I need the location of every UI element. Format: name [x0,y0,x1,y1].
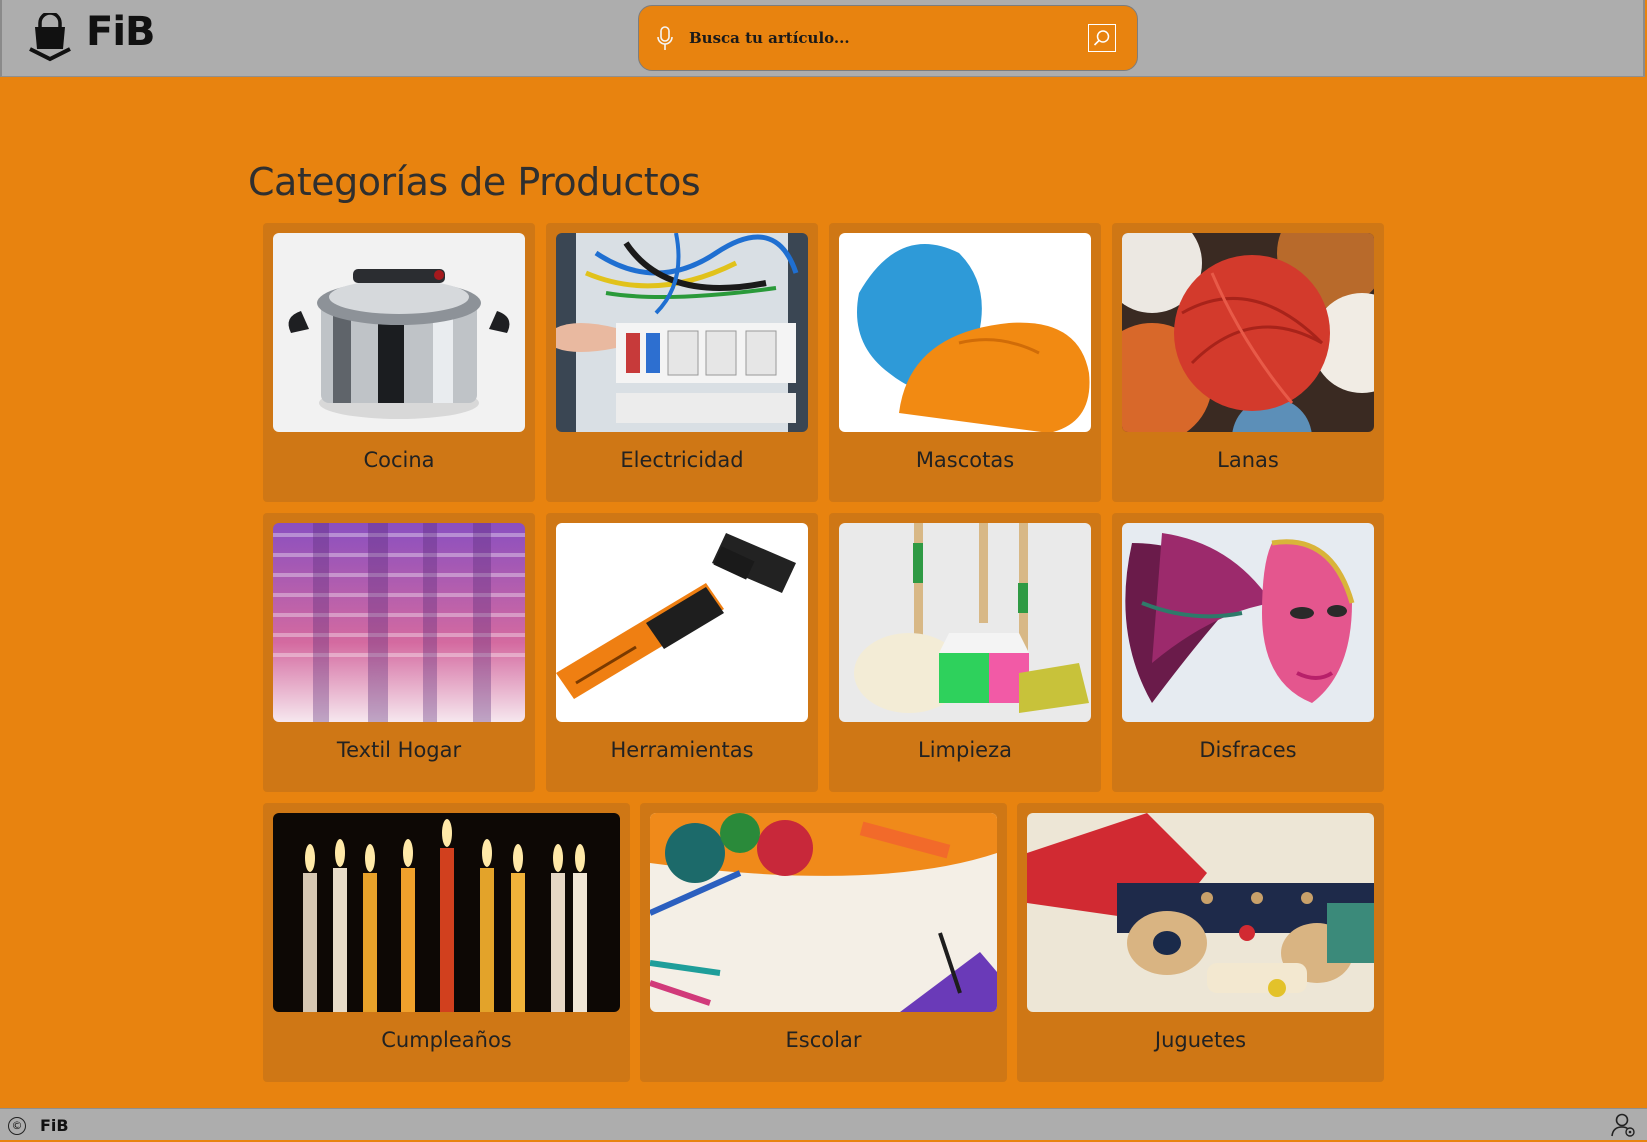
brand-name: FiB [86,9,156,55]
category-label: Electricidad [620,448,744,472]
category-card-electricidad[interactable]: Electricidad [546,223,818,502]
footer: © FiB [0,1108,1647,1140]
candles-image [273,813,620,1012]
top-bar: FiB [0,0,1645,77]
category-card-mascotas[interactable]: Mascotas [829,223,1101,502]
category-label: Limpieza [918,738,1012,762]
shopping-bag-icon [29,13,71,62]
pet-toys-image [839,233,1091,432]
search-button[interactable] [1088,24,1116,52]
category-card-textil-hogar[interactable]: Textil Hogar [263,513,535,792]
curtain-image [273,523,525,722]
category-label: Cocina [363,448,435,472]
microphone-icon[interactable] [657,26,673,56]
yarn-balls-image [1122,233,1374,432]
category-card-herramientas[interactable]: Herramientas [546,513,818,792]
footer-brand: FiB [40,1116,69,1135]
copyright-icon: © [8,1116,26,1135]
school-supplies-image [650,813,997,1012]
page-title: Categorías de Productos [248,160,701,204]
search-bar [638,5,1138,71]
category-label: Escolar [785,1028,862,1052]
category-label: Disfraces [1199,738,1297,762]
pressure-cooker-image [273,233,525,432]
category-card-limpieza[interactable]: Limpieza [829,513,1101,792]
category-label: Herramientas [610,738,754,762]
category-card-cocina[interactable]: Cocina [263,223,535,502]
electrical-panel-image [556,233,808,432]
category-label: Mascotas [915,448,1015,472]
category-label: Juguetes [1154,1028,1247,1052]
search-input[interactable] [689,20,1059,56]
category-label: Lanas [1217,448,1279,472]
carnival-mask-image [1122,523,1374,722]
copyright: © FiB [8,1116,69,1135]
category-card-lanas[interactable]: Lanas [1112,223,1384,502]
wooden-toys-image [1027,813,1374,1012]
search-icon [1093,30,1110,46]
category-card-cumpleanos[interactable]: Cumpleaños [263,803,630,1082]
user-account-icon[interactable] [1611,1112,1637,1142]
mop-broom-image [839,523,1091,722]
category-card-escolar[interactable]: Escolar [640,803,1007,1082]
brand-logo[interactable]: FiB [26,9,156,66]
category-label: Cumpleaños [381,1028,512,1052]
hammer-image [556,523,808,722]
category-label: Textil Hogar [336,738,462,762]
category-card-disfraces[interactable]: Disfraces [1112,513,1384,792]
category-card-juguetes[interactable]: Juguetes [1017,803,1384,1082]
